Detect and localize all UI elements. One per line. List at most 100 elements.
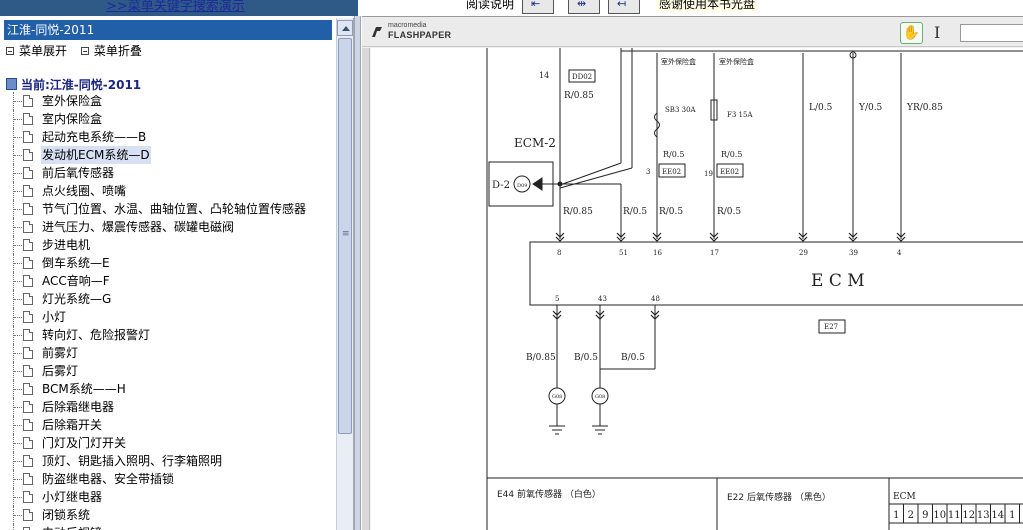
menu-item-label: 小灯继电器 — [42, 490, 103, 504]
menu-item-label: 闭锁系统 — [42, 508, 91, 522]
scroll-up-button[interactable] — [337, 20, 353, 36]
menu-item[interactable]: 前后氧传感器 — [10, 164, 340, 182]
menu-item[interactable]: 后除霜继电器 — [10, 398, 340, 416]
document-icon — [23, 185, 33, 197]
pin-16-label: 16 — [653, 249, 662, 257]
menu-panel: 江淮-同悦-2011 菜单展开 菜单折叠 当前:江淮-同悦-2011 室外保险盒… — [0, 18, 354, 530]
document-icon — [23, 401, 33, 413]
menu-item[interactable]: BCM系统——H — [10, 380, 340, 398]
menu-item[interactable]: 防盗继电器、安全带插锁 — [10, 470, 340, 488]
d2-circle-label: D09 — [517, 183, 527, 189]
flashpaper-viewer: macromedia FLASHPAPER ✋ I 14 DD02 R/0.85… — [362, 16, 1023, 530]
text-select-icon[interactable]: I — [934, 22, 946, 44]
ground-a-label: G08 — [552, 394, 562, 400]
menu-item[interactable]: 节气门位置、水温、曲轴位置、凸轮轴位置传感器 — [10, 200, 340, 218]
document-icon — [23, 383, 33, 395]
document-icon — [23, 473, 33, 485]
menu-item[interactable]: 后雾灯 — [10, 362, 340, 380]
document-icon — [23, 329, 33, 341]
pin-cell-label: 1 — [1009, 510, 1015, 521]
menu-item[interactable]: 灯光系统—G — [10, 290, 340, 308]
pin-5-label: 5 — [555, 295, 559, 303]
document-icon — [23, 239, 33, 251]
document-icon — [23, 509, 33, 521]
menu-item[interactable]: 小灯继电器 — [10, 488, 340, 506]
menu-item[interactable]: 发动机ECM系统—D — [10, 146, 340, 164]
wire-r05-a: R/0.5 — [663, 150, 684, 159]
expand-label: 菜单展开 — [19, 44, 68, 58]
menu-item[interactable]: 倒车系统—E — [10, 254, 340, 272]
nav-back-icon: ↤ — [617, 0, 627, 10]
document-icon — [23, 131, 33, 143]
menu-tree: 室外保险盒室内保险盒起动充电系统——B 发动机ECM系统—D 前后氧传感器 点火线圈、… — [10, 92, 340, 530]
wire-y05: Y/0.5 — [858, 103, 883, 113]
menu-item-label: 起动充电系统——B — [42, 130, 147, 144]
nav-back-button[interactable]: ↤ — [608, 0, 640, 14]
menu-item-label: 室内保险盒 — [42, 112, 103, 126]
keyword-search-demo-link[interactable]: >>菜单关键字搜索演示 — [106, 0, 245, 14]
menu-item-label: BCM系统——H — [42, 382, 126, 396]
conn-ee02-b: EE02 — [720, 168, 739, 176]
menu-scrollbar[interactable] — [336, 18, 353, 530]
top-bar: >>菜单关键字搜索演示 阅读说明 ⇤ ⇹ ↤ 感谢使用本书光盘 — [0, 0, 1023, 16]
pin-cell-label: 2 — [908, 510, 914, 521]
menu-item-label: 步进电机 — [42, 238, 91, 252]
ecm2-label: ECM-2 — [514, 136, 556, 150]
nav-first-button[interactable]: ⇤ — [522, 0, 554, 14]
document-icon — [23, 221, 33, 233]
wire-r05-b: R/0.5 — [721, 150, 742, 159]
ground-b-label: G08 — [595, 394, 605, 400]
menu-item-label: 进气压力、爆震传感器、碳罐电磁阀 — [42, 220, 235, 234]
menu-item[interactable]: 后除霜开关 — [10, 416, 340, 434]
pin-29-label: 29 — [799, 249, 808, 257]
logo-big-text: FLASHPAPER — [388, 30, 452, 40]
nav-mid-icon: ⇹ — [577, 0, 587, 10]
menu-item[interactable]: 起动充电系统——B — [10, 128, 340, 146]
document-icon — [23, 257, 33, 269]
current-book[interactable]: 当前:江淮-同悦-2011 — [6, 76, 141, 93]
wire-r085-top: R/0.85 — [564, 91, 594, 101]
menu-item[interactable]: 室内保险盒 — [10, 110, 340, 128]
outdoor-fuse-label-2: 室外保险盒 — [719, 57, 754, 66]
page-number-field[interactable] — [960, 24, 1023, 42]
wire-b05-b: B/0.5 — [621, 353, 645, 363]
document-icon — [23, 347, 33, 359]
outdoor-fuse-label-1: 室外保险盒 — [661, 57, 696, 66]
nav-mid-button[interactable]: ⇹ — [568, 0, 600, 14]
menu-item[interactable]: 小灯 — [10, 308, 340, 326]
document-icon — [23, 275, 33, 287]
wire-yr085: YR/0.85 — [906, 103, 943, 113]
pin-cell-label: 1 — [893, 510, 899, 521]
menu-item[interactable]: 电动后视镜 — [10, 524, 340, 530]
pin-cell-label: 9 — [922, 510, 928, 521]
menu-controls: 菜单展开 菜单折叠 — [6, 42, 152, 60]
menu-item[interactable]: 步进电机 — [10, 236, 340, 254]
diagram-page: 14 DD02 R/0.85 室外保险盒 室外保险盒 SB3 30A F3 15… — [371, 48, 1023, 530]
menu-item[interactable]: 闭锁系统 — [10, 506, 340, 524]
document-icon — [23, 491, 33, 503]
menu-item[interactable]: 转向灯、危险报警灯 — [10, 326, 340, 344]
document-icon — [23, 437, 33, 449]
document-icon — [23, 167, 33, 179]
document-icon — [23, 149, 33, 161]
menu-item[interactable]: 进气压力、爆震传感器、碳罐电磁阀 — [10, 218, 340, 236]
menu-item-label: 前雾灯 — [42, 346, 79, 360]
expand-all-button[interactable]: 菜单展开 — [6, 42, 67, 60]
ecm-label: E C M — [811, 271, 865, 291]
menu-item[interactable]: 前雾灯 — [10, 344, 340, 362]
menu-item[interactable]: 点火线圈、喷嘴 — [10, 182, 340, 200]
document-icon — [23, 419, 33, 431]
scroll-thumb[interactable] — [338, 38, 352, 434]
document-icon — [23, 365, 33, 377]
menu-item[interactable]: 门灯及门灯开关 — [10, 434, 340, 452]
menu-item[interactable]: 顶灯、钥匙插入照明、行李箱照明 — [10, 452, 340, 470]
pin-cell-label: 10 — [933, 510, 946, 521]
legend-e44: E44 前氧传感器 （白色） — [497, 488, 601, 500]
collapse-all-button[interactable]: 菜单折叠 — [80, 42, 142, 60]
menu-item-label: ACC音响—F — [42, 274, 110, 288]
panel-divider[interactable] — [354, 16, 361, 530]
hand-tool-icon[interactable]: ✋ — [900, 22, 923, 44]
menu-item[interactable]: ACC音响—F — [10, 272, 340, 290]
menu-item[interactable]: 室外保险盒 — [10, 92, 340, 110]
pin-cell-label: 11 — [948, 510, 961, 521]
